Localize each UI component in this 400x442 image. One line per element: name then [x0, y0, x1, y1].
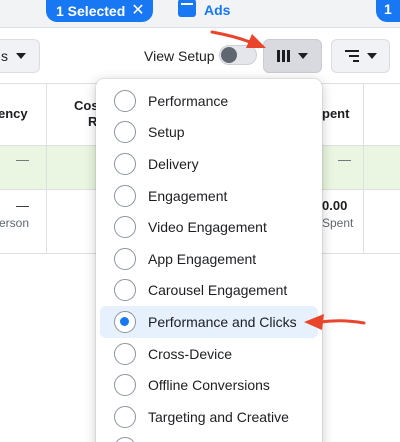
breakdown-icon	[344, 50, 359, 62]
top-strip: 1 Selected ✕ Ads 1	[0, 0, 400, 28]
selected-count-pill[interactable]: 1 Selected ✕	[46, 0, 153, 22]
radio-button[interactable]	[114, 152, 136, 175]
radio-button[interactable]	[114, 342, 136, 365]
row-cell-amount-spent-sub: Spent	[322, 216, 354, 230]
right-selected-pill[interactable]: 1	[376, 0, 400, 22]
annotation-arrow-performance-and-clicks	[304, 314, 366, 330]
tab-ads-label: Ads	[204, 2, 231, 18]
menu-item-label: Carousel Engagement	[148, 282, 288, 299]
radio-button[interactable]	[114, 437, 136, 442]
row-cell-frequency: —	[16, 198, 29, 213]
radio-button[interactable]	[114, 121, 136, 144]
menu-item-label: Engagement	[148, 187, 228, 204]
radio-button[interactable]	[114, 405, 136, 428]
menu-item-video-engagement[interactable]: Video Engagement	[100, 211, 318, 243]
menu-item-label: Performance and Clicks	[148, 313, 297, 330]
columns-icon	[277, 50, 290, 62]
radio-button[interactable]	[114, 374, 136, 397]
radio-button[interactable]	[114, 247, 136, 270]
view-setup-label: View Setup	[144, 48, 215, 64]
menu-item-delivery[interactable]: Delivery	[100, 148, 318, 180]
radio-button[interactable]	[114, 89, 136, 112]
row-cell-frequency-sub: erson	[0, 216, 30, 230]
tab-ads[interactable]: Ads	[178, 0, 230, 20]
menu-item-performance-and-clicks[interactable]: Performance and Clicks	[100, 306, 318, 338]
menu-item-offline-conversions[interactable]: Offline Conversions	[100, 369, 318, 401]
selected-count-label: 1 Selected	[56, 3, 126, 19]
column-header-cost-per-result[interactable]: Cos	[74, 98, 99, 113]
menu-item-label: Offline Conversions	[148, 377, 270, 394]
columns-button[interactable]	[263, 39, 322, 73]
ads-icon	[178, 0, 196, 17]
filter-dropdown-button[interactable]: s	[0, 39, 40, 73]
menu-item-engagement[interactable]: Engagement	[100, 180, 318, 212]
row-cell-amount-spent: 0.00	[322, 198, 348, 213]
menu-item-label: App Engagement	[148, 250, 257, 267]
column-divider	[46, 84, 47, 254]
toolbar: s View Setup	[0, 28, 400, 84]
menu-item-label: Delivery	[148, 155, 199, 172]
menu-item-label: Cross-Device	[148, 345, 233, 362]
menu-item-label: Setup	[148, 124, 185, 141]
chevron-down-icon	[366, 53, 377, 59]
summary-cell-left: —	[16, 152, 29, 167]
columns-preset-menu: Performance Setup Delivery Engagement Video …	[96, 79, 322, 442]
menu-item-performance[interactable]: Performance	[100, 85, 318, 117]
right-selected-pill-label: 1	[384, 1, 392, 17]
summary-cell-right: —	[338, 152, 351, 167]
annotation-arrow-columns	[210, 30, 266, 48]
menu-item-label: Targeting and Creative	[148, 408, 289, 425]
column-divider	[363, 84, 364, 254]
menu-item-label: Video Engagement	[148, 219, 267, 236]
column-header-frequency[interactable]: ency	[0, 106, 28, 121]
menu-item-targeting-and-creative[interactable]: Targeting and Creative	[100, 401, 318, 433]
menu-item-setup[interactable]: Setup	[100, 117, 318, 149]
menu-item-label: Performance	[148, 92, 229, 109]
radio-button[interactable]	[114, 279, 136, 302]
close-icon[interactable]: ✕	[131, 3, 144, 19]
columns-preset-list: Performance Setup Delivery Engagement Video …	[96, 85, 322, 442]
menu-item-cross-device[interactable]: Cross-Device	[100, 338, 318, 370]
radio-button[interactable]	[114, 216, 136, 239]
chevron-down-icon	[16, 53, 26, 59]
radio-button[interactable]	[114, 310, 136, 333]
chevron-down-icon	[298, 53, 308, 59]
filter-dropdown-label: s	[1, 48, 8, 64]
column-header-amount-spent[interactable]: pent	[322, 106, 349, 121]
radio-button[interactable]	[114, 184, 136, 207]
menu-item-more[interactable]	[100, 433, 318, 442]
menu-item-app-engagement[interactable]: App Engagement	[100, 243, 318, 275]
menu-item-carousel-engagement[interactable]: Carousel Engagement	[100, 275, 318, 307]
breakdown-button[interactable]	[331, 39, 390, 73]
